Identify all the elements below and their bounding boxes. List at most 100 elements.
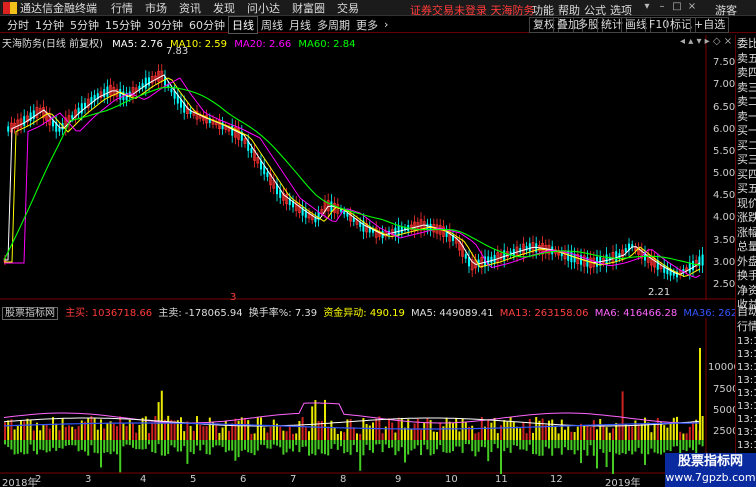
volume-bar-up: [221, 427, 224, 440]
menu-news[interactable]: 资讯: [179, 0, 201, 16]
arrow-right-icon[interactable]: ▸: [705, 36, 710, 47]
volume-bar-down: [676, 440, 678, 447]
menu-help[interactable]: 帮助: [558, 2, 580, 18]
volume-bar-down: [176, 440, 179, 452]
menu-quotes[interactable]: 行情: [111, 0, 133, 16]
volume-bar-down: [224, 440, 227, 453]
volume-bar-up: [253, 433, 256, 440]
volume-bar-up: [519, 428, 522, 440]
candle-body: [231, 125, 234, 136]
menu-function[interactable]: 功能: [532, 2, 554, 18]
volume-bar-down: [618, 440, 621, 455]
volume-bar-down: [112, 440, 115, 452]
menu-dropdown-icon[interactable]: ▾: [641, 1, 653, 13]
period-more[interactable]: 更多: [353, 17, 381, 33]
auto-quote-label[interactable]: 自动: [737, 305, 756, 319]
user-label[interactable]: 游客: [715, 2, 737, 18]
settings-icon[interactable]: ◇: [713, 36, 721, 47]
volume-bar-down: [404, 440, 406, 463]
volume-bar-up: [637, 423, 640, 440]
candle-body: [144, 77, 147, 89]
volume-bar-up: [32, 430, 35, 440]
kline-chart[interactable]: [0, 35, 735, 300]
indicator-chart[interactable]: [0, 318, 735, 474]
period-60min[interactable]: 60分钟: [186, 17, 228, 33]
volume-bar-up: [452, 422, 454, 440]
more-chevron-icon[interactable]: ›: [381, 18, 391, 31]
watermark-url: www.7gpzb.com: [665, 471, 756, 484]
window-close-icon[interactable]: ×: [724, 36, 732, 47]
volume-bar-up: [336, 433, 339, 440]
volume-bar-up: [586, 425, 589, 440]
volume-bar-up: [58, 430, 61, 440]
close-icon[interactable]: ×: [686, 1, 698, 13]
arrow-left-icon[interactable]: ◂: [680, 36, 685, 47]
menu-wealth[interactable]: 财富圈: [292, 0, 325, 16]
volume-bar-down: [77, 440, 80, 452]
menu-trade[interactable]: 交易: [337, 0, 359, 16]
quote-label: 总量: [737, 240, 756, 253]
arrow-down-icon[interactable]: ▾: [696, 36, 701, 47]
candle-body: [103, 89, 106, 98]
period-daily[interactable]: 日线: [228, 15, 258, 34]
volume-bar-down: [400, 440, 403, 448]
volume-bar-up: [48, 428, 51, 440]
period-weekly[interactable]: 周线: [258, 17, 286, 33]
tool-add-favorite[interactable]: +自选: [690, 17, 730, 33]
volume-bar-up: [560, 419, 563, 440]
volume-bar-up: [244, 417, 246, 440]
auto-quote-label[interactable]: 行情: [737, 320, 756, 334]
volume-bar-down: [90, 440, 93, 446]
volume-bar-down: [448, 440, 451, 453]
volume-bar-up: [311, 406, 314, 440]
volume-bar-down: [560, 440, 563, 455]
volume-bar-down: [164, 440, 166, 456]
volume-bar-up: [567, 426, 570, 440]
volume-bar-up: [10, 419, 13, 440]
volume-bar-up: [535, 417, 538, 440]
maximize-icon[interactable]: □: [671, 1, 683, 13]
volume-bar-down: [186, 440, 189, 464]
candle-body: [624, 248, 627, 253]
volume-bar-down: [397, 440, 400, 452]
menu-ask[interactable]: 问小达: [247, 0, 280, 16]
period-tick[interactable]: 分时: [4, 17, 32, 33]
period-monthly[interactable]: 月线: [286, 17, 314, 33]
menu-formula[interactable]: 公式: [584, 2, 606, 18]
arrow-up-icon[interactable]: ▴: [688, 36, 693, 47]
volume-bar-up: [199, 424, 202, 440]
period-5min[interactable]: 5分钟: [67, 17, 102, 33]
volume-bar-up: [356, 433, 358, 440]
volume-bar-down: [407, 440, 410, 455]
date-tick: 2018年: [2, 478, 38, 487]
volume-bar-down: [640, 440, 643, 454]
low-note: 2.21: [648, 287, 671, 298]
period-multi[interactable]: 多周期: [314, 17, 353, 33]
period-1min[interactable]: 1分钟: [32, 17, 67, 33]
menu-discover[interactable]: 发现: [213, 0, 235, 16]
volume-bar-up: [234, 418, 237, 440]
volume-bar-down: [564, 440, 566, 448]
volume-bar-up: [327, 426, 330, 440]
period-30min[interactable]: 30分钟: [144, 17, 186, 33]
volume-bar-down: [490, 440, 493, 453]
volume-bar-up: [432, 431, 435, 440]
volume-bar-down: [282, 440, 285, 455]
volume-bar-up: [61, 418, 64, 440]
menu-market[interactable]: 市场: [145, 0, 167, 16]
minimize-icon[interactable]: –: [656, 1, 668, 13]
volume-bar-up: [247, 420, 250, 440]
candle-body: [692, 261, 694, 271]
volume-bar-down: [16, 440, 19, 454]
quote-label: 净资: [737, 283, 756, 297]
volume-bar-up: [608, 432, 611, 440]
volume-bar-up: [215, 425, 218, 440]
volume-bar-down: [464, 440, 467, 445]
period-15min[interactable]: 15分钟: [102, 17, 144, 33]
volume-bar-up: [548, 420, 550, 440]
volume-bar-up: [71, 426, 74, 440]
volume-bar-up: [493, 417, 496, 440]
menu-options[interactable]: 选项: [610, 2, 632, 18]
price-tick: 7.00: [713, 79, 736, 90]
quote-label: 卖一: [737, 109, 756, 123]
